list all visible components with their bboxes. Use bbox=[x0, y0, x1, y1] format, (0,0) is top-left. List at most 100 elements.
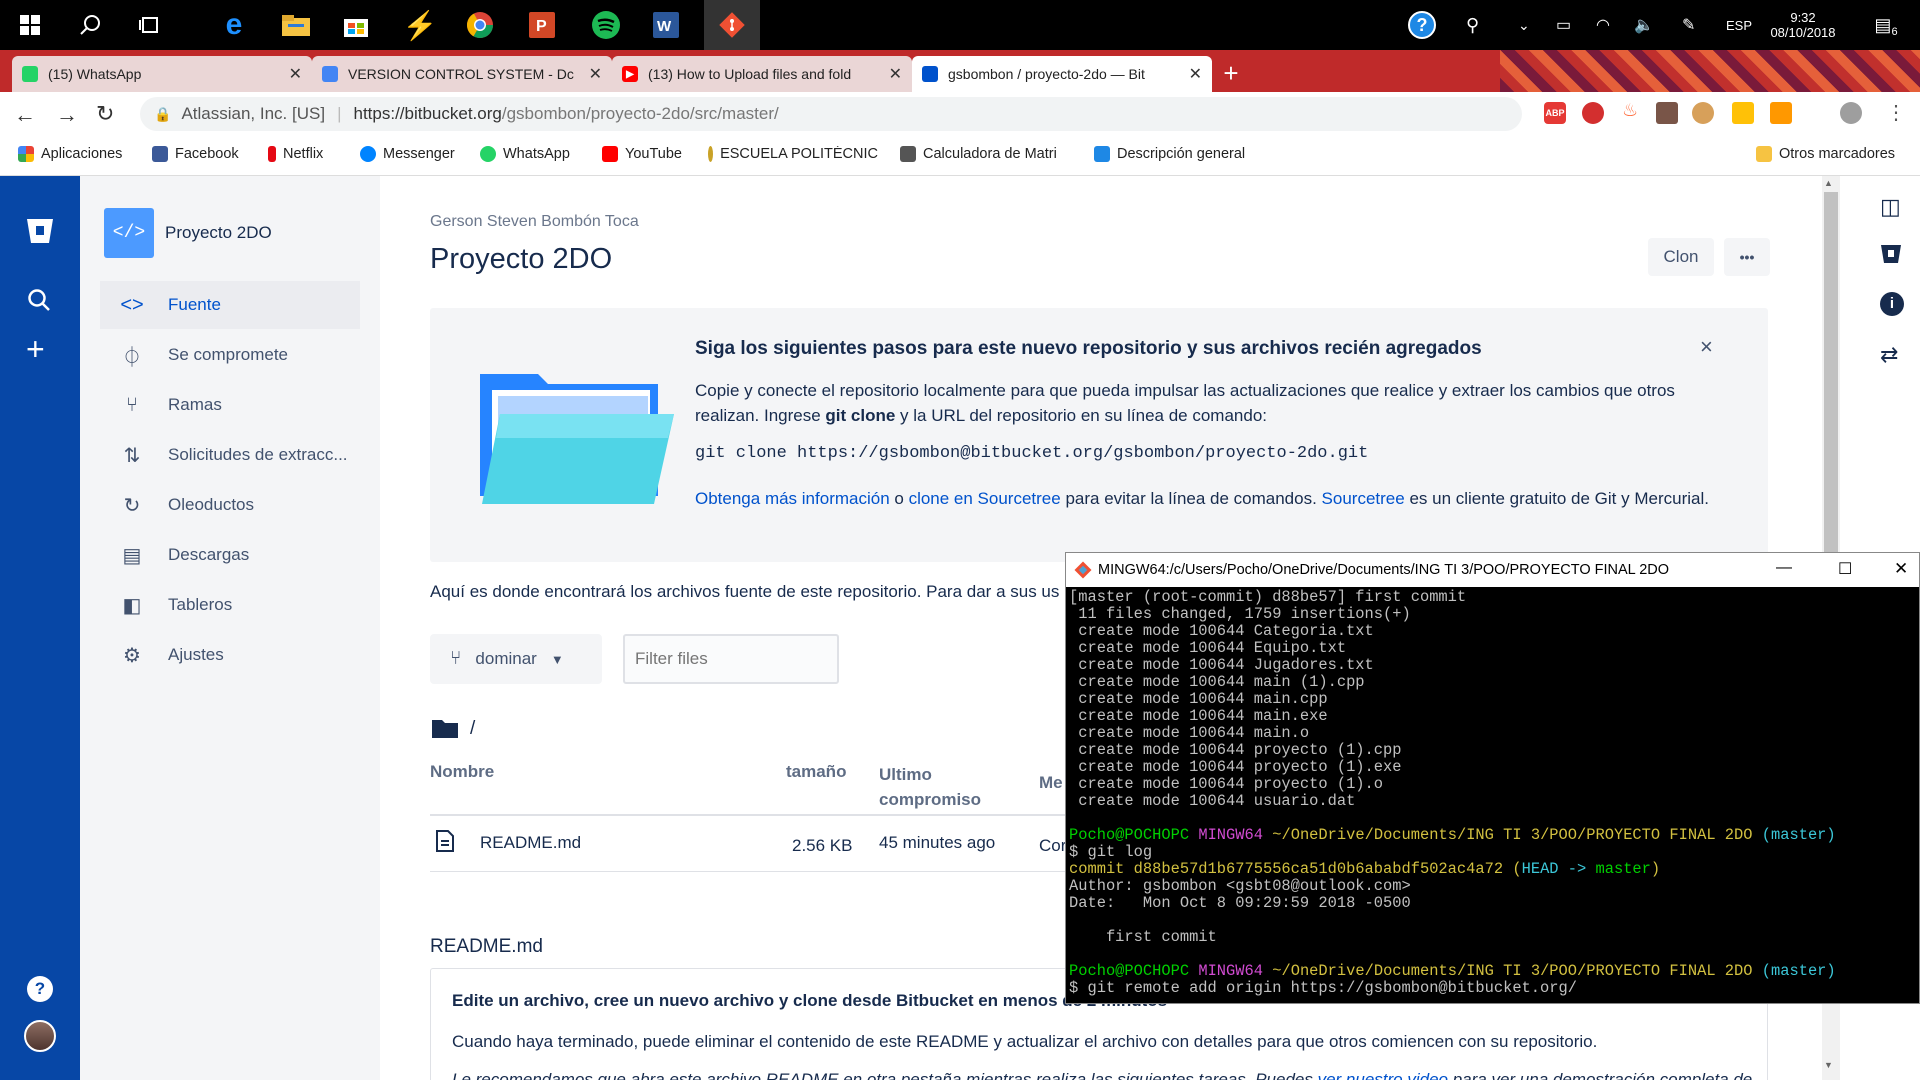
cookie-extension-icon[interactable] bbox=[1692, 102, 1714, 124]
bitbucket-logo-icon[interactable] bbox=[26, 218, 54, 249]
fire-extension-icon[interactable]: ♨ bbox=[1622, 100, 1638, 121]
project-name[interactable]: Proyecto 2DO bbox=[165, 223, 272, 243]
bookmark-netflix[interactable]: Netflix bbox=[268, 146, 323, 162]
close-icon[interactable]: ✕ bbox=[289, 64, 302, 84]
bookmark-youtube[interactable]: YouTube bbox=[602, 146, 682, 162]
sidebar-item-fuente[interactable]: <> Fuente bbox=[100, 281, 360, 329]
sidebar-item-branches[interactable]: ⑂ Ramas bbox=[100, 381, 360, 429]
search-icon[interactable] bbox=[70, 5, 110, 45]
menu-kebab-icon[interactable]: ⋮ bbox=[1886, 100, 1906, 125]
branch-selector[interactable]: ⑂ dominar ▼ bbox=[430, 634, 602, 684]
tab-whatsapp[interactable]: (15) WhatsApp ✕ bbox=[12, 56, 312, 92]
close-icon[interactable]: ✕ bbox=[889, 64, 902, 84]
adblock-icon[interactable]: ABP bbox=[1544, 102, 1566, 124]
close-icon[interactable]: × bbox=[1700, 334, 1713, 360]
people-icon[interactable]: ⚲ bbox=[1466, 0, 1479, 50]
battery-icon[interactable]: ▭ bbox=[1556, 0, 1571, 50]
visual-studio-code-icon[interactable]: ⚡ bbox=[400, 5, 440, 45]
close-icon[interactable]: ✕ bbox=[1189, 64, 1202, 84]
clock[interactable]: 9:32 08/10/2018 bbox=[1768, 0, 1838, 50]
wifi-icon[interactable]: ◠ bbox=[1596, 0, 1610, 50]
path-breadcrumb[interactable]: / bbox=[470, 718, 475, 740]
tab-bitbucket[interactable]: gsbombon / proyecto-2do — Bit ✕ bbox=[912, 56, 1212, 92]
spotify-icon[interactable] bbox=[586, 5, 626, 45]
bookmark-whatsapp[interactable]: WhatsApp bbox=[480, 146, 570, 162]
language-indicator[interactable]: ESP bbox=[1726, 0, 1752, 50]
back-icon[interactable]: ← bbox=[14, 102, 36, 128]
edge-browser-icon[interactable]: e bbox=[214, 5, 254, 45]
powerpoint-icon[interactable]: P bbox=[522, 5, 562, 45]
word-icon[interactable]: W bbox=[646, 5, 686, 45]
column-name[interactable]: Nombre bbox=[430, 762, 494, 782]
column-last-commit[interactable]: Ultimo compromiso bbox=[879, 762, 981, 812]
help-icon[interactable]: ? bbox=[27, 976, 53, 1002]
create-plus-icon[interactable]: + bbox=[26, 333, 45, 365]
tab-youtube[interactable]: ▶ (13) How to Upload files and fold ✕ bbox=[612, 56, 912, 92]
sidebar-item-downloads[interactable]: ▤ Descargas bbox=[100, 531, 360, 579]
bookmark-otros[interactable]: Otros marcadores bbox=[1756, 146, 1895, 162]
chrome-icon[interactable] bbox=[460, 5, 500, 45]
store-icon[interactable] bbox=[336, 5, 376, 45]
address-bar[interactable]: 🔒 Atlassian, Inc. [US] | https://bitbuck… bbox=[140, 97, 1522, 131]
windows-start-icon[interactable] bbox=[10, 5, 50, 45]
git-bash-icon[interactable] bbox=[704, 0, 760, 50]
more-actions-button[interactable]: ••• bbox=[1724, 238, 1770, 276]
bookmark-facebook[interactable]: Facebook bbox=[152, 146, 239, 162]
bookmark-messenger[interactable]: Messenger bbox=[360, 146, 455, 162]
chevron-up-icon[interactable]: ⌄ bbox=[1518, 0, 1530, 50]
table-row[interactable]: README.md 2.56 KB 45 minutes ago Cor bbox=[430, 816, 1070, 872]
reload-icon[interactable]: ↻ bbox=[96, 101, 114, 127]
scroll-up-icon[interactable]: ▲ bbox=[1824, 178, 1833, 188]
notes-extension-icon[interactable] bbox=[1732, 102, 1754, 124]
forward-icon[interactable]: → bbox=[56, 102, 78, 128]
info-icon[interactable]: i bbox=[1880, 292, 1904, 316]
bookmark-apps[interactable]: Aplicaciones bbox=[18, 146, 122, 162]
side-panel-icon[interactable]: ◫ bbox=[1880, 194, 1901, 220]
avatar[interactable] bbox=[24, 1020, 56, 1052]
bookmark-escuela[interactable]: ESCUELA POLITÉCNIC bbox=[708, 146, 878, 162]
clone-command[interactable]: git clone https://gsbombon@bitbucket.org… bbox=[695, 444, 1368, 463]
bookmark-descripcion[interactable]: Descripción general bbox=[1094, 146, 1264, 162]
sourcetree-link[interactable]: Sourcetree bbox=[1322, 489, 1405, 508]
new-tab-button[interactable]: + bbox=[1216, 58, 1246, 88]
maximize-icon[interactable]: ☐ bbox=[1838, 559, 1852, 579]
profile-extension-icon[interactable] bbox=[1656, 102, 1678, 124]
scroll-down-icon[interactable]: ▼ bbox=[1824, 1060, 1833, 1070]
repo-owner[interactable]: Gerson Steven Bombón Toca bbox=[430, 213, 639, 231]
minimize-icon[interactable]: — bbox=[1776, 559, 1792, 577]
terminal-title-bar[interactable]: MINGW64:/c/Users/Pocho/OneDrive/Document… bbox=[1066, 553, 1919, 587]
learn-more-link[interactable]: Obtenga más información bbox=[695, 489, 890, 508]
sidebar-item-boards[interactable]: ◧ Tableros bbox=[100, 581, 360, 629]
clone-button[interactable]: Clon bbox=[1648, 238, 1714, 276]
close-icon[interactable]: ✕ bbox=[589, 64, 602, 84]
user-avatar-icon[interactable] bbox=[1840, 102, 1862, 124]
file-explorer-icon[interactable] bbox=[276, 5, 316, 45]
grid-extension-icon[interactable] bbox=[1770, 102, 1792, 124]
sidebar-item-pipelines[interactable]: ↻ Oleoductos bbox=[100, 481, 360, 529]
column-size[interactable]: tamaño bbox=[786, 762, 846, 782]
clone-sourcetree-link[interactable]: clone en Sourcetree bbox=[909, 489, 1061, 508]
bitbucket-icon[interactable] bbox=[1880, 244, 1902, 269]
filter-files-input[interactable] bbox=[623, 634, 839, 684]
tab-version-control[interactable]: VERSION CONTROL SYSTEM - Dc ✕ bbox=[312, 56, 612, 92]
terminal-output[interactable]: [master (root-commit) d88be57] first com… bbox=[1069, 589, 1917, 1003]
extension-icon[interactable] bbox=[1582, 102, 1604, 124]
sidebar-item-pull-requests[interactable]: ⇅ Solicitudes de extracc... bbox=[100, 431, 360, 479]
video-link[interactable]: ver nuestro video bbox=[1318, 1070, 1448, 1080]
sidebar-item-settings[interactable]: ⚙ Ajustes bbox=[100, 631, 360, 679]
notifications-icon[interactable]: ▤ 6 bbox=[1866, 0, 1906, 50]
help-icon[interactable]: ? bbox=[1408, 0, 1436, 50]
volume-icon[interactable]: 🔈 bbox=[1634, 0, 1654, 50]
search-icon[interactable] bbox=[27, 288, 51, 317]
bookmark-calculadora[interactable]: Calculadora de Matri bbox=[900, 146, 1072, 162]
sync-icon[interactable]: ⇄ bbox=[1880, 342, 1898, 368]
task-view-icon[interactable] bbox=[130, 5, 170, 45]
project-code-icon[interactable]: </> bbox=[104, 208, 154, 258]
close-icon[interactable]: ✕ bbox=[1894, 559, 1908, 579]
file-name[interactable]: README.md bbox=[480, 833, 581, 853]
git-bash-window[interactable]: MINGW64:/c/Users/Pocho/OneDrive/Document… bbox=[1065, 552, 1920, 1004]
column-message[interactable]: Me bbox=[1039, 773, 1063, 793]
paren: ) bbox=[1650, 860, 1661, 878]
pen-icon[interactable]: ✎ bbox=[1682, 0, 1695, 50]
sidebar-item-commits[interactable]: ⏀ Se compromete bbox=[100, 331, 360, 379]
